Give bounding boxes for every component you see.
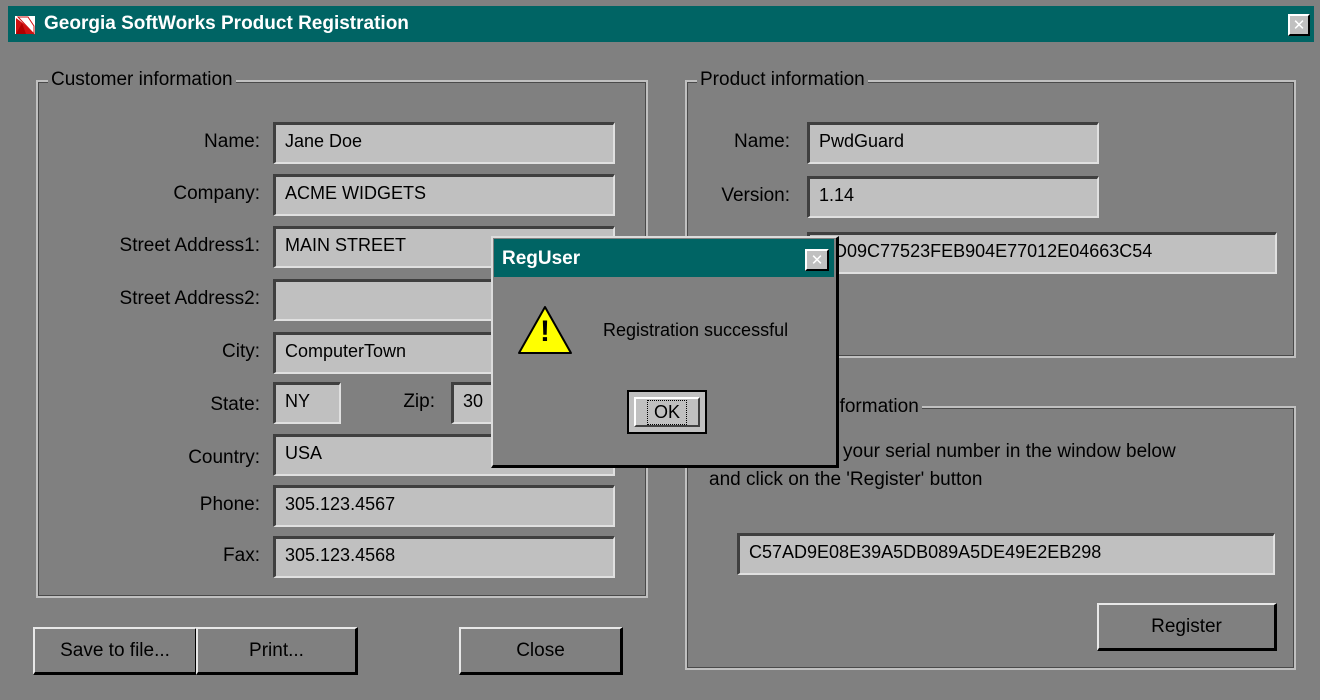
- ok-button-face: OK: [634, 397, 700, 427]
- phone-label: Phone:: [199, 494, 260, 515]
- customer-name-label: Name:: [204, 131, 260, 152]
- company-field[interactable]: ACME WIDGETS: [273, 174, 615, 216]
- ok-button[interactable]: OK: [627, 390, 707, 434]
- product-name-field[interactable]: PwdGuard: [807, 122, 1099, 164]
- register-button[interactable]: Register: [1097, 603, 1277, 651]
- dialog-title: RegUser: [502, 248, 581, 269]
- product-info-legend: Product information: [697, 69, 868, 91]
- save-to-file-button[interactable]: Save to file...: [33, 627, 198, 675]
- reguser-dialog: RegUser ✕ ! Registration successful OK: [491, 236, 839, 468]
- state-label: State:: [210, 394, 260, 415]
- registration-instruction-line2: and click on the 'Register' button: [709, 469, 983, 490]
- serial-number-field[interactable]: C57AD9E08E39A5DB089A5DE49E2EB298: [737, 533, 1275, 575]
- customer-info-legend: Customer information: [48, 69, 236, 91]
- close-icon: ✕: [810, 251, 824, 269]
- street1-label: Street Address1:: [119, 235, 260, 256]
- ok-button-label: OK: [646, 399, 688, 425]
- dialog-message: Registration successful: [603, 320, 789, 340]
- dialog-titlebar: RegUser ✕: [494, 239, 834, 277]
- product-name-label: Name:: [734, 131, 790, 152]
- street2-label: Street Address2:: [119, 288, 260, 309]
- fax-field[interactable]: 305.123.4568: [273, 536, 615, 578]
- zip-label: Zip:: [403, 391, 435, 412]
- city-label: City:: [222, 341, 260, 362]
- customer-name-field[interactable]: Jane Doe: [273, 122, 615, 164]
- product-code-field[interactable]: 8D09C77523FEB904E77012E04663C54: [807, 232, 1277, 274]
- app-icon: [15, 16, 35, 36]
- company-label: Company:: [173, 183, 260, 204]
- product-version-field[interactable]: 1.14: [807, 176, 1099, 218]
- phone-field[interactable]: 305.123.4567: [273, 485, 615, 527]
- registration-info-legend: nformation: [826, 396, 922, 418]
- registration-instruction-line1: your serial number in the window below: [843, 441, 1176, 462]
- close-button[interactable]: Close: [459, 627, 623, 675]
- warning-icon-glyph: !: [540, 315, 550, 348]
- close-icon: ✕: [1292, 16, 1306, 34]
- window-title: Georgia SoftWorks Product Registration: [44, 13, 409, 34]
- fax-label: Fax:: [223, 545, 260, 566]
- print-button[interactable]: Print...: [196, 627, 358, 675]
- state-field[interactable]: NY: [273, 382, 341, 424]
- country-label: Country:: [188, 447, 260, 468]
- window-titlebar: Georgia SoftWorks Product Registration ✕: [8, 6, 1314, 42]
- window-close-button[interactable]: ✕: [1288, 14, 1310, 36]
- dialog-close-button[interactable]: ✕: [805, 249, 829, 271]
- product-version-label: Version:: [721, 185, 790, 206]
